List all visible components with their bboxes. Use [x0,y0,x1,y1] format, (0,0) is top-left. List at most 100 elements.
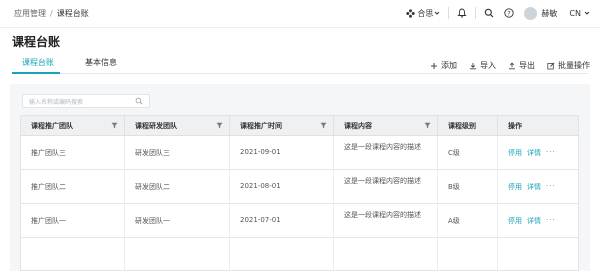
filter-icon[interactable] [216,122,223,129]
column-header-promo-date[interactable]: 课程推广时间 [230,116,334,136]
cell-text: C级 [448,149,460,157]
column-title: 课程研发团队 [135,122,177,130]
column-header-dev-team[interactable]: 课程研发团队 [125,116,230,136]
import-button[interactable]: 导入 [469,60,496,71]
breadcrumb-parent[interactable]: 应用管理 [14,9,46,18]
search-icon[interactable] [484,8,494,18]
column-header-level: 课程级别 [438,116,498,136]
row-actions: 停用 详情 ··· [508,182,556,192]
toolbar-actions: 添加 导入 导出 批量操作 [430,60,590,71]
breadcrumb-separator: / [50,9,53,18]
filter-icon[interactable] [111,122,118,129]
cell-empty [21,238,125,271]
add-label: 添加 [441,61,457,70]
filter-icon[interactable] [320,122,327,129]
more-actions-button[interactable]: ··· [546,182,556,192]
tab-course-ledger[interactable]: 课程台账 [22,57,54,68]
detail-link[interactable]: 详情 [527,216,541,226]
detail-link[interactable]: 详情 [527,148,541,158]
column-title: 操作 [508,122,522,130]
tab-basic-info[interactable]: 基本信息 [85,57,117,68]
cell-content: 这是一段课程内容的描述 [334,170,438,204]
export-icon [508,61,516,70]
cell-text: 推广团队二 [31,183,66,191]
cell-empty [125,238,230,271]
org-switcher[interactable]: 合思 [406,8,440,19]
language-switcher[interactable]: CN [569,9,590,18]
batch-label: 批量操作 [558,61,590,70]
user-menu[interactable]: 赫敏 [524,6,558,20]
cell-dev-team: 研发团队一 [125,204,230,238]
cell-content: 这是一段课程内容的描述 [334,204,438,238]
cell-text: 研发团队三 [135,149,170,157]
bell-icon[interactable] [457,8,468,18]
batch-edit-icon [547,61,555,70]
table-row: 推广团队三 研发团队三 2021-09-01 这是一段课程内容的描述 C级 停用… [21,136,578,170]
add-button[interactable]: 添加 [430,60,457,71]
disable-link[interactable]: 停用 [508,148,522,158]
search-icon[interactable] [135,97,143,105]
column-header-promo-team[interactable]: 课程推广团队 [21,116,125,136]
import-label: 导入 [480,61,496,70]
export-button[interactable]: 导出 [508,60,535,71]
column-title: 课程级别 [448,122,476,130]
topbar-right: 合思 ? 赫敏 CN [406,5,590,21]
cell-empty [438,238,498,271]
cell-promo-team: 推广团队一 [21,204,125,238]
cell-date: 2021-07-01 [230,204,334,238]
cell-content: 这是一段课程内容的描述 [334,136,438,170]
cell-text: 这是一段课程内容的描述 [344,143,421,151]
cell-actions: 停用 详情 ··· [498,204,578,238]
chevron-down-icon [434,10,440,16]
cell-promo-team: 推广团队二 [21,170,125,204]
cell-empty [498,238,578,271]
table-row [21,238,578,271]
cell-level: C级 [438,136,498,170]
cell-text: B级 [448,183,460,191]
cell-level: B级 [438,170,498,204]
help-icon[interactable]: ? [504,8,515,18]
disable-link[interactable]: 停用 [508,216,522,226]
cell-text: 2021-07-01 [240,216,281,224]
column-title: 课程内容 [344,122,372,130]
cell-text: A级 [448,217,460,225]
breadcrumb-current: 课程台账 [56,9,89,18]
batch-operation-button[interactable]: 批量操作 [547,60,590,71]
cell-date: 2021-09-01 [230,136,334,170]
cell-level: A级 [438,204,498,238]
cell-text: 研发团队一 [135,217,170,225]
top-bar: 应用管理 / 课程台账 合思 ? 赫敏 CN [0,0,600,28]
export-label: 导出 [519,61,535,70]
search-placeholder: 输入名称或编码搜索 [29,99,84,106]
disable-link[interactable]: 停用 [508,182,522,192]
cell-dev-team: 研发团队二 [125,170,230,204]
detail-link[interactable]: 详情 [527,182,541,192]
cell-empty [230,238,334,271]
cell-text: 2021-09-01 [240,148,281,156]
svg-text:?: ? [508,9,511,17]
filter-icon[interactable] [424,122,431,129]
divider [448,7,450,19]
cell-text: 推广团队三 [31,149,66,157]
plus-icon [430,62,438,70]
org-label: 合思 [417,8,434,18]
search-input[interactable]: 输入名称或编码搜索 [22,94,150,108]
chevron-down-icon [584,10,590,16]
column-header-content[interactable]: 课程内容 [334,116,438,136]
breadcrumb: 应用管理 / 课程台账 [14,8,89,19]
row-actions: 停用 详情 ··· [508,216,556,226]
cell-date: 2021-08-01 [230,170,334,204]
user-name: 赫敏 [541,8,558,18]
cell-text: 研发团队二 [135,183,170,191]
more-actions-button[interactable]: ··· [546,216,556,226]
cell-actions: 停用 详情 ··· [498,170,578,204]
language-label: CN [569,8,581,18]
page-title: 课程台账 [12,35,61,49]
cell-empty [334,238,438,271]
course-table: 课程推广团队 课程研发团队 课程推广时间 课程内容 课程级别 操作 推广团队三 … [20,115,579,271]
column-header-actions: 操作 [498,116,578,136]
more-actions-button[interactable]: ··· [546,148,556,158]
cell-text: 这是一段课程内容的描述 [344,177,421,185]
cell-text: 这是一段课程内容的描述 [344,211,421,219]
cell-text: 推广团队一 [31,217,66,225]
